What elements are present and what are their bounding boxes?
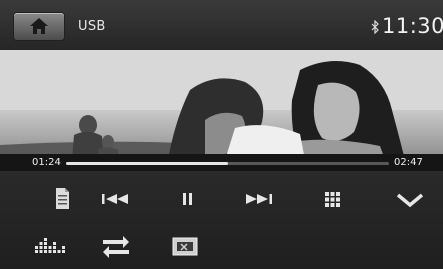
next-track-icon (246, 194, 272, 204)
repeat-icon (103, 236, 129, 258)
file-list-button[interactable] (42, 181, 82, 217)
previous-track-button[interactable] (96, 181, 136, 217)
elapsed-time: 01:24 (32, 157, 61, 168)
video-frame[interactable] (0, 50, 443, 160)
picture-mode-icon (172, 237, 198, 256)
control-panel (0, 171, 443, 269)
bluetooth-icon (371, 20, 379, 34)
repeat-button[interactable] (96, 229, 136, 265)
collapse-button[interactable] (390, 181, 430, 217)
equalizer-button[interactable] (30, 229, 70, 265)
equalizer-icon (35, 238, 65, 253)
file-list-icon (56, 188, 69, 209)
pause-button[interactable] (167, 181, 207, 217)
picture-mode-button[interactable] (165, 229, 205, 265)
home-button[interactable] (14, 13, 64, 40)
grid-menu-button[interactable] (312, 181, 352, 217)
grid-menu-icon (325, 192, 340, 207)
seek-bar[interactable] (66, 162, 389, 165)
video-image (0, 50, 443, 160)
source-label: USB (78, 19, 106, 34)
seek-bar-fill (66, 162, 228, 165)
clock: 11:30 (382, 14, 443, 38)
top-bar: USB 11:30 (0, 0, 443, 50)
media-player-screen: USB 11:30 01:24 02:47 (0, 0, 443, 269)
pause-icon (183, 193, 192, 205)
previous-track-icon (102, 194, 128, 204)
next-track-button[interactable] (240, 181, 280, 217)
home-icon (30, 18, 48, 34)
total-time: 02:47 (394, 157, 423, 168)
chevron-down-icon (396, 193, 424, 208)
